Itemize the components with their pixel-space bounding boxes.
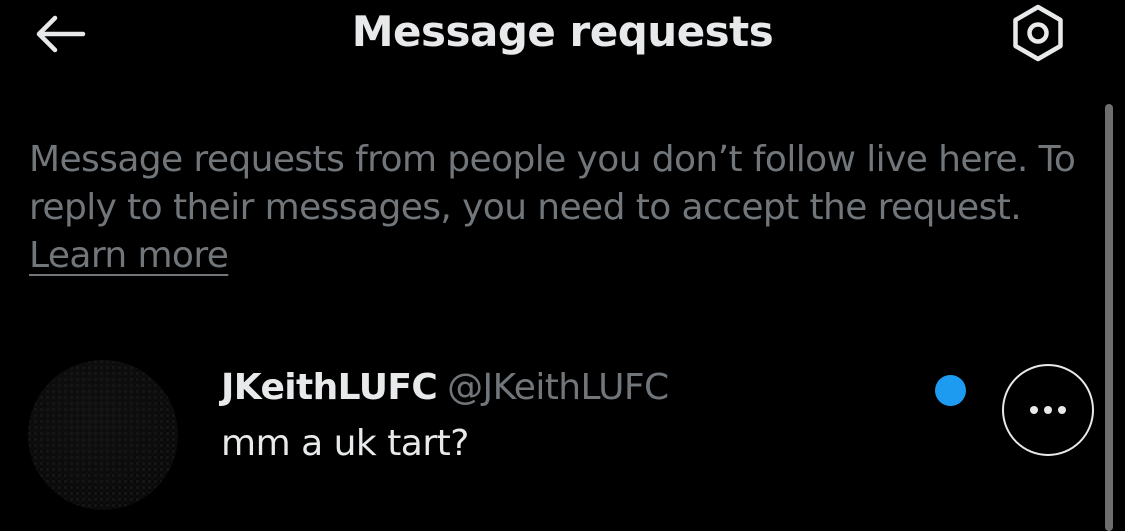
sender-handle: @JKeithLUFC xyxy=(447,367,669,408)
scrollbar[interactable] xyxy=(1105,104,1113,531)
avatar[interactable] xyxy=(28,360,178,510)
learn-more-link[interactable]: Learn more xyxy=(29,235,229,276)
gear-icon xyxy=(1013,4,1063,62)
sender-name-line: JKeithLUFC @JKeithLUFC xyxy=(221,362,669,414)
unread-indicator xyxy=(935,375,966,406)
more-options-button[interactable] xyxy=(1002,364,1094,456)
top-app-bar: Message requests xyxy=(0,0,1125,70)
settings-button[interactable] xyxy=(1002,0,1074,66)
message-preview: mm a uk tart? xyxy=(221,423,469,464)
message-request-item[interactable]: JKeithLUFC @JKeithLUFC mm a uk tart? xyxy=(0,330,1105,531)
more-horizontal-icon xyxy=(1030,406,1066,414)
page-title: Message requests xyxy=(351,7,774,56)
message-requests-info: Message requests from people you don’t f… xyxy=(29,136,1109,280)
sender-display-name[interactable]: JKeithLUFC xyxy=(221,367,438,408)
info-text: Message requests from people you don’t f… xyxy=(29,139,1076,228)
